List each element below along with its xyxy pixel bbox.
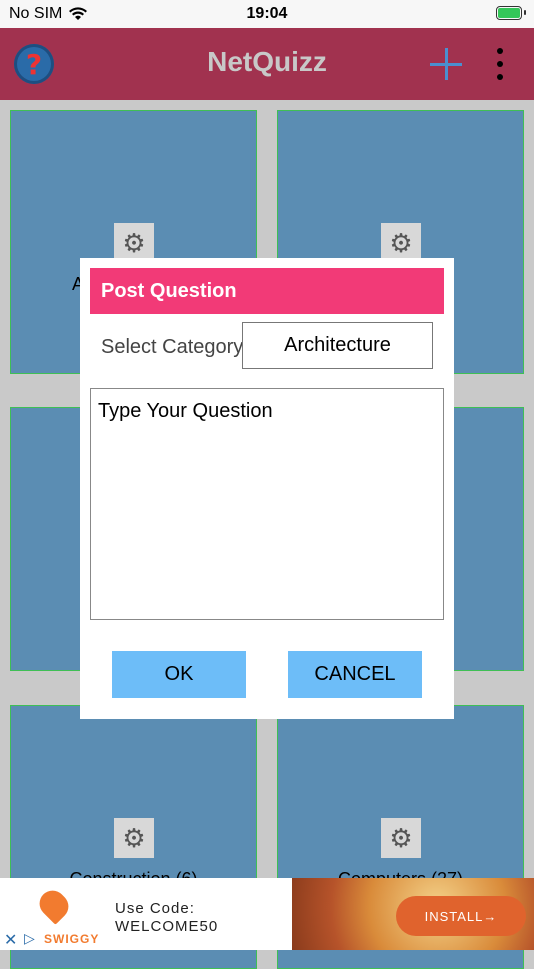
dot-icon <box>497 74 503 80</box>
app-header: ? NetQuizz <box>0 28 534 100</box>
clock: 19:04 <box>246 5 288 22</box>
dot-icon <box>497 48 503 54</box>
robot-icon: ⚙ <box>381 223 421 263</box>
ad-install-button[interactable]: INSTALL→ <box>396 896 526 936</box>
add-question-button[interactable] <box>428 46 464 82</box>
robot-icon: ⚙ <box>114 818 154 858</box>
battery-icon <box>496 6 526 20</box>
ad-text: Use Code: WELCOME50 <box>115 900 218 936</box>
status-bar: No SIM 19:04 <box>0 0 534 28</box>
robot-icon: ⚙ <box>114 223 154 263</box>
ad-line-1: Use Code: <box>115 900 195 917</box>
swiggy-logo-icon <box>34 885 74 932</box>
ad-banner[interactable]: ✕ ▷ SWIGGY Use Code: WELCOME50 INSTALL→ <box>0 878 534 950</box>
more-options-button[interactable] <box>490 46 510 82</box>
ad-brand: SWIGGY <box>44 932 100 946</box>
ad-choices-icon[interactable]: ▷ <box>24 930 35 947</box>
dot-icon <box>497 61 503 67</box>
dialog-title: Post Question <box>90 268 444 314</box>
post-question-dialog: Post Question Select Category Architectu… <box>80 258 454 719</box>
ad-close-icon[interactable]: ✕ <box>4 930 17 950</box>
question-input[interactable]: Type Your Question <box>90 388 444 620</box>
robot-icon: ⚙ <box>381 818 421 858</box>
category-select[interactable]: Architecture <box>242 322 433 369</box>
cancel-button[interactable]: CANCEL <box>288 651 422 698</box>
ok-button[interactable]: OK <box>112 651 246 698</box>
category-prompt: Select Category <box>101 336 244 358</box>
ad-line-2: WELCOME50 <box>115 918 219 935</box>
